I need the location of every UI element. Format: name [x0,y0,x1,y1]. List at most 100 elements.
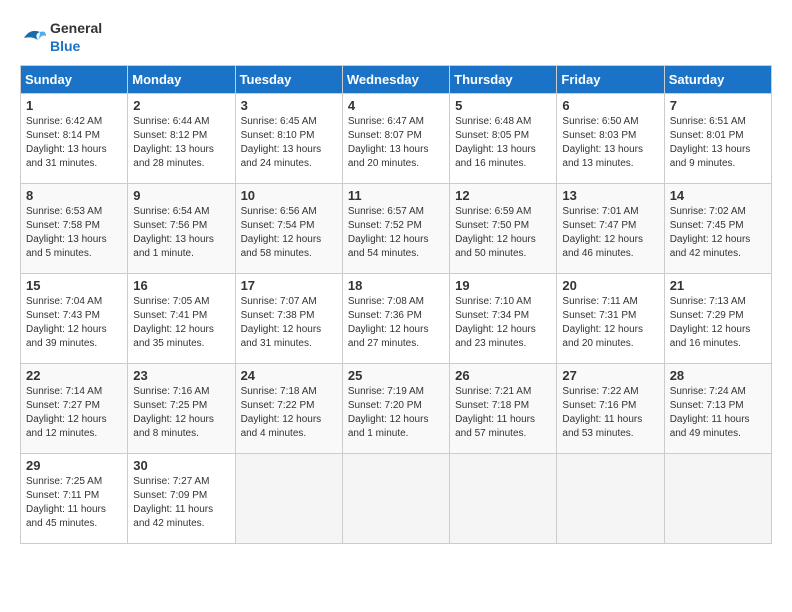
cell-info: Sunrise: 7:08 AMSunset: 7:36 PMDaylight:… [348,296,429,349]
day-number: 26 [455,368,551,383]
calendar-cell: 11 Sunrise: 6:57 AMSunset: 7:52 PMDayligh… [342,184,449,274]
day-number: 1 [26,98,122,113]
calendar-cell: 9Sunrise: 6:54 AMSunset: 7:56 PMDaylight… [128,184,235,274]
cell-info: Sunrise: 7:14 AMSunset: 7:27 PMDaylight:… [26,386,107,439]
cell-info: Sunrise: 7:11 AMSunset: 7:31 PMDaylight:… [562,296,643,349]
calendar-cell: 4 Sunrise: 6:47 AMSunset: 8:07 PMDaylight… [342,94,449,184]
day-number: 5 [455,98,551,113]
calendar-cell: 17 Sunrise: 7:07 AMSunset: 7:38 PMDayligh… [235,274,342,364]
cell-info: Sunrise: 6:50 AMSunset: 8:03 PMDaylight:… [562,116,643,169]
day-number: 6 [562,98,658,113]
day-number: 4 [348,98,444,113]
day-number: 16 [133,278,229,293]
cell-info: Sunrise: 7:24 AMSunset: 7:13 PMDaylight:… [670,386,750,439]
calendar-cell: 6 Sunrise: 6:50 AMSunset: 8:03 PMDaylight… [557,94,664,184]
col-header-wednesday: Wednesday [342,66,449,94]
day-number: 17 [241,278,337,293]
calendar-cell: 25 Sunrise: 7:19 AMSunset: 7:20 PMDayligh… [342,364,449,454]
col-header-thursday: Thursday [450,66,557,94]
day-number: 10 [241,188,337,203]
calendar-cell: 29 Sunrise: 7:25 AMSunset: 7:11 PMDayligh… [21,454,128,544]
calendar-week-3: 15 Sunrise: 7:04 AMSunset: 7:43 PMDayligh… [21,274,772,364]
calendar-body: 1 Sunrise: 6:42 AMSunset: 8:14 PMDaylight… [21,94,772,544]
cell-info: Sunrise: 6:53 AMSunset: 7:58 PMDaylight:… [26,206,107,259]
calendar-cell: 12 Sunrise: 6:59 AMSunset: 7:50 PMDayligh… [450,184,557,274]
calendar-cell [664,454,771,544]
cell-info: Sunrise: 7:18 AMSunset: 7:22 PMDaylight:… [241,386,322,439]
cell-info: Sunrise: 6:57 AMSunset: 7:52 PMDaylight:… [348,206,429,259]
cell-info: Sunrise: 7:27 AMSunset: 7:09 PMDaylight:… [133,476,213,529]
cell-info: Sunrise: 7:02 AMSunset: 7:45 PMDaylight:… [670,206,751,259]
day-number: 14 [670,188,766,203]
calendar-cell: 28Sunrise: 7:24 AMSunset: 7:13 PMDayligh… [664,364,771,454]
calendar-week-5: 29 Sunrise: 7:25 AMSunset: 7:11 PMDayligh… [21,454,772,544]
col-header-monday: Monday [128,66,235,94]
day-number: 15 [26,278,122,293]
day-number: 25 [348,368,444,383]
day-number: 29 [26,458,122,473]
cell-info: Sunrise: 7:22 AMSunset: 7:16 PMDaylight:… [562,386,642,439]
calendar-cell: 16Sunrise: 7:05 AMSunset: 7:41 PMDayligh… [128,274,235,364]
day-number: 21 [670,278,766,293]
logo-text-general: General [50,20,102,36]
cell-info: Sunrise: 7:04 AMSunset: 7:43 PMDaylight:… [26,296,107,349]
cell-info: Sunrise: 7:21 AMSunset: 7:18 PMDaylight:… [455,386,535,439]
cell-info: Sunrise: 7:19 AMSunset: 7:20 PMDaylight:… [348,386,429,439]
cell-info: Sunrise: 7:13 AMSunset: 7:29 PMDaylight:… [670,296,751,349]
calendar-cell: 18Sunrise: 7:08 AMSunset: 7:36 PMDayligh… [342,274,449,364]
col-header-tuesday: Tuesday [235,66,342,94]
calendar-cell: 27Sunrise: 7:22 AMSunset: 7:16 PMDayligh… [557,364,664,454]
day-number: 30 [133,458,229,473]
day-number: 11 [348,188,444,203]
calendar-cell: 21 Sunrise: 7:13 AMSunset: 7:29 PMDayligh… [664,274,771,364]
calendar-cell [342,454,449,544]
calendar-cell: 19 Sunrise: 7:10 AMSunset: 7:34 PMDayligh… [450,274,557,364]
col-header-sunday: Sunday [21,66,128,94]
calendar-week-2: 8 Sunrise: 6:53 AMSunset: 7:58 PMDaylight… [21,184,772,274]
calendar-cell: 1 Sunrise: 6:42 AMSunset: 8:14 PMDaylight… [21,94,128,184]
day-number: 22 [26,368,122,383]
day-number: 13 [562,188,658,203]
col-header-saturday: Saturday [664,66,771,94]
day-number: 8 [26,188,122,203]
logo-container: General Blue [20,20,102,55]
day-number: 3 [241,98,337,113]
cell-info: Sunrise: 6:59 AMSunset: 7:50 PMDaylight:… [455,206,536,259]
col-header-friday: Friday [557,66,664,94]
calendar-cell: 15 Sunrise: 7:04 AMSunset: 7:43 PMDayligh… [21,274,128,364]
calendar-header-row: SundayMondayTuesdayWednesdayThursdayFrid… [21,66,772,94]
cell-info: Sunrise: 6:45 AMSunset: 8:10 PMDaylight:… [241,116,322,169]
calendar-week-1: 1 Sunrise: 6:42 AMSunset: 8:14 PMDaylight… [21,94,772,184]
page-header: General Blue [20,20,772,55]
cell-info: Sunrise: 6:42 AMSunset: 8:14 PMDaylight:… [26,116,107,169]
day-number: 2 [133,98,229,113]
calendar-cell: 5 Sunrise: 6:48 AMSunset: 8:05 PMDaylight… [450,94,557,184]
cell-info: Sunrise: 7:25 AMSunset: 7:11 PMDaylight:… [26,476,106,529]
day-number: 23 [133,368,229,383]
calendar-cell: 8 Sunrise: 6:53 AMSunset: 7:58 PMDaylight… [21,184,128,274]
calendar-cell [557,454,664,544]
calendar-cell: 20Sunrise: 7:11 AMSunset: 7:31 PMDayligh… [557,274,664,364]
cell-info: Sunrise: 7:01 AMSunset: 7:47 PMDaylight:… [562,206,643,259]
calendar-cell [450,454,557,544]
calendar-cell: 2Sunrise: 6:44 AMSunset: 8:12 PMDaylight… [128,94,235,184]
calendar-week-4: 22 Sunrise: 7:14 AMSunset: 7:27 PMDayligh… [21,364,772,454]
day-number: 19 [455,278,551,293]
cell-info: Sunrise: 7:10 AMSunset: 7:34 PMDaylight:… [455,296,536,349]
calendar-cell: 13 Sunrise: 7:01 AMSunset: 7:47 PMDayligh… [557,184,664,274]
cell-info: Sunrise: 6:51 AMSunset: 8:01 PMDaylight:… [670,116,751,169]
cell-info: Sunrise: 7:16 AMSunset: 7:25 PMDaylight:… [133,386,214,439]
cell-info: Sunrise: 7:07 AMSunset: 7:38 PMDaylight:… [241,296,322,349]
day-number: 7 [670,98,766,113]
cell-info: Sunrise: 6:47 AMSunset: 8:07 PMDaylight:… [348,116,429,169]
calendar-cell: 10 Sunrise: 6:56 AMSunset: 7:54 PMDayligh… [235,184,342,274]
calendar-cell: 14 Sunrise: 7:02 AMSunset: 7:45 PMDayligh… [664,184,771,274]
calendar-cell: 30 Sunrise: 7:27 AMSunset: 7:09 PMDayligh… [128,454,235,544]
calendar-cell [235,454,342,544]
calendar-cell: 23 Sunrise: 7:16 AMSunset: 7:25 PMDayligh… [128,364,235,454]
day-number: 12 [455,188,551,203]
logo-text-blue: Blue [50,38,80,54]
cell-info: Sunrise: 6:48 AMSunset: 8:05 PMDaylight:… [455,116,536,169]
logo-bird-icon [20,24,48,52]
cell-info: Sunrise: 6:56 AMSunset: 7:54 PMDaylight:… [241,206,322,259]
